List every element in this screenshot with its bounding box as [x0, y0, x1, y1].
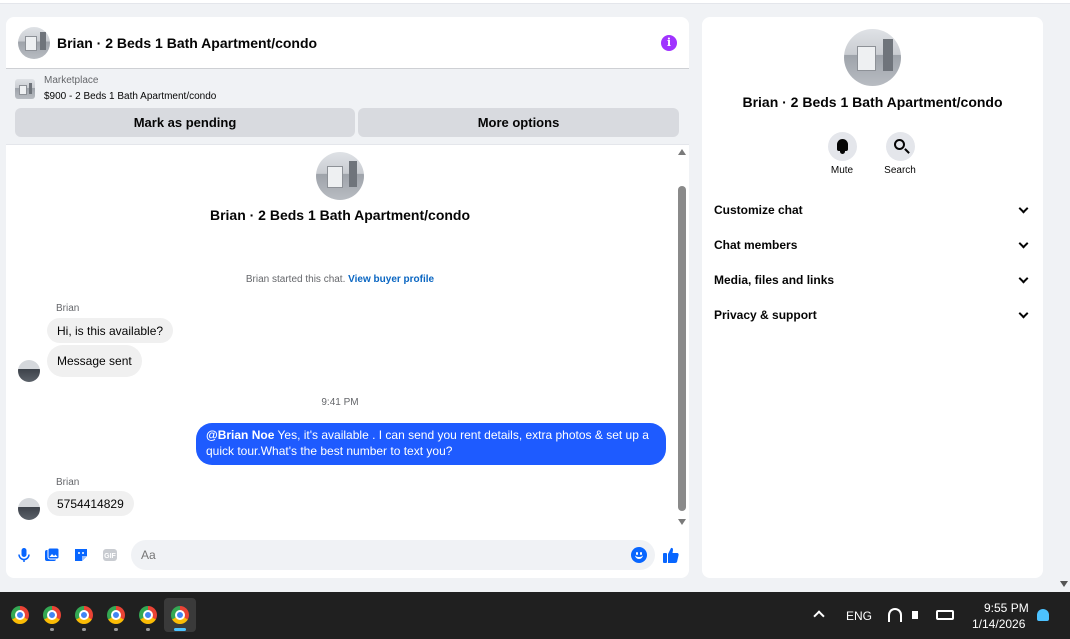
show-hidden-icons-chevron[interactable]	[813, 610, 825, 622]
info-icon[interactable]: i	[661, 34, 677, 51]
chevron-down-icon	[1018, 203, 1029, 213]
search-circle[interactable]	[885, 132, 915, 161]
thread-scrollbar[interactable]	[676, 146, 689, 531]
listing-price[interactable]: $900 - 2 Beds 1 Bath Apartment/condo	[44, 91, 216, 102]
top-strip	[0, 0, 1070, 4]
running-indicator	[50, 628, 54, 631]
incoming-message[interactable]: 5754414829	[47, 491, 134, 516]
taskbar-chrome-window[interactable]	[132, 598, 164, 632]
media-files-links-section[interactable]: Media, files and links	[714, 265, 1031, 295]
info-title: Brian · 2 Beds 1 Bath Apartment/condo	[742, 94, 1003, 110]
sticker-icon[interactable]	[73, 547, 89, 563]
section-label: Media, files and links	[714, 273, 835, 287]
clock-time[interactable]: 9:55 PM	[984, 601, 1029, 615]
listing-thumbnail[interactable]	[18, 26, 50, 59]
page-scroll-down-arrow[interactable]	[1060, 581, 1068, 587]
gif-icon[interactable]: GIF	[102, 547, 118, 563]
chevron-down-icon	[1018, 273, 1029, 283]
view-buyer-profile-link[interactable]: View buyer profile	[348, 274, 434, 285]
started-text: Brian started this chat.	[245, 274, 346, 285]
chrome-icon	[171, 606, 189, 624]
message-sender: Brian	[56, 477, 80, 488]
chat-panel: Brian · 2 Beds 1 Bath Apartment/condo i …	[6, 17, 689, 578]
chrome-icon	[43, 606, 61, 624]
mute-button[interactable]: Mute	[812, 132, 872, 176]
message-timestamp: 9:41 PM	[321, 397, 359, 408]
running-indicator	[114, 628, 118, 631]
scroll-up-arrow[interactable]	[678, 149, 686, 155]
customize-chat-section[interactable]: Customize chat	[714, 195, 1031, 225]
taskbar-chrome-window[interactable]	[100, 598, 132, 632]
search-button[interactable]: Search	[870, 132, 930, 176]
outgoing-message[interactable]: @Brian Noe Yes, it's available . I can s…	[196, 423, 666, 465]
message-input[interactable]	[131, 540, 611, 570]
chevron-down-icon	[1018, 308, 1029, 318]
svg-text:GIF: GIF	[104, 553, 116, 560]
chat-header-title[interactable]: Brian · 2 Beds 1 Bath Apartment/condo	[57, 35, 661, 51]
taskbar-chrome-window-active[interactable]	[164, 598, 196, 632]
mark-as-pending-button[interactable]: Mark as pending	[15, 108, 355, 137]
message-composer: GIF	[6, 537, 689, 573]
search-icon	[893, 139, 905, 150]
section-label: Customize chat	[714, 203, 803, 217]
sender-avatar[interactable]	[18, 498, 40, 520]
more-options-button[interactable]: More options	[358, 108, 679, 137]
section-label: Privacy & support	[714, 308, 817, 322]
emoji-icon[interactable]	[631, 547, 647, 563]
active-indicator	[174, 628, 186, 631]
marketplace-thumbnail[interactable]	[15, 79, 35, 99]
thread-thumbnail	[316, 152, 364, 200]
taskbar-chrome-window[interactable]	[68, 598, 100, 632]
marketplace-banner: Marketplace $900 - 2 Beds 1 Bath Apartme…	[6, 69, 689, 145]
chat-header: Brian · 2 Beds 1 Bath Apartment/condo i	[6, 17, 689, 69]
bell-icon	[836, 139, 848, 154]
scroll-down-arrow[interactable]	[678, 519, 686, 525]
chrome-icon	[139, 606, 157, 624]
chevron-down-icon	[1018, 238, 1029, 248]
incoming-message[interactable]: Hi, is this available?	[47, 318, 174, 343]
search-label: Search	[884, 165, 916, 176]
chat-members-section[interactable]: Chat members	[714, 230, 1031, 260]
running-indicator	[146, 628, 150, 631]
chrome-icon	[75, 606, 93, 624]
privacy-support-section[interactable]: Privacy & support	[714, 300, 1031, 330]
message-input-box[interactable]	[131, 540, 655, 570]
running-indicator	[82, 628, 86, 631]
message-sender: Brian	[56, 303, 80, 314]
photo-icon[interactable]	[44, 547, 60, 563]
marketplace-label: Marketplace	[44, 75, 99, 86]
mention[interactable]: @Brian Noe	[206, 428, 274, 442]
thread-title: Brian · 2 Beds 1 Bath Apartment/condo	[209, 207, 471, 223]
info-thumbnail[interactable]	[844, 29, 901, 86]
taskbar: ENG 9:55 PM 1/14/2026	[0, 592, 1070, 639]
section-label: Chat members	[714, 238, 798, 252]
thumbs-up-icon[interactable]	[662, 546, 680, 564]
conversation-info-panel: Brian · 2 Beds 1 Bath Apartment/condo Mu…	[702, 17, 1043, 578]
battery-icon[interactable]	[936, 610, 954, 620]
chat-started-notice: Brian started this chat. View buyer prof…	[6, 274, 674, 285]
taskbar-chrome-window[interactable]	[4, 598, 36, 632]
clock-date[interactable]: 1/14/2026	[972, 617, 1025, 631]
sender-avatar[interactable]	[18, 360, 40, 382]
chrome-icon	[107, 606, 125, 624]
chrome-icon	[11, 606, 29, 624]
wifi-icon[interactable]	[888, 608, 902, 622]
notification-icon[interactable]	[1037, 609, 1049, 621]
speaker-icon[interactable]	[912, 611, 918, 619]
incoming-message[interactable]: Message sent	[47, 345, 142, 377]
language-indicator[interactable]: ENG	[846, 609, 872, 623]
mic-icon[interactable]	[16, 547, 32, 563]
message-thread: Brian · 2 Beds 1 Bath Apartment/condo Br…	[6, 146, 676, 531]
mute-label: Mute	[830, 165, 854, 176]
scroll-thumb[interactable]	[678, 186, 686, 511]
taskbar-chrome-window[interactable]	[36, 598, 68, 632]
mute-circle[interactable]	[827, 132, 857, 161]
